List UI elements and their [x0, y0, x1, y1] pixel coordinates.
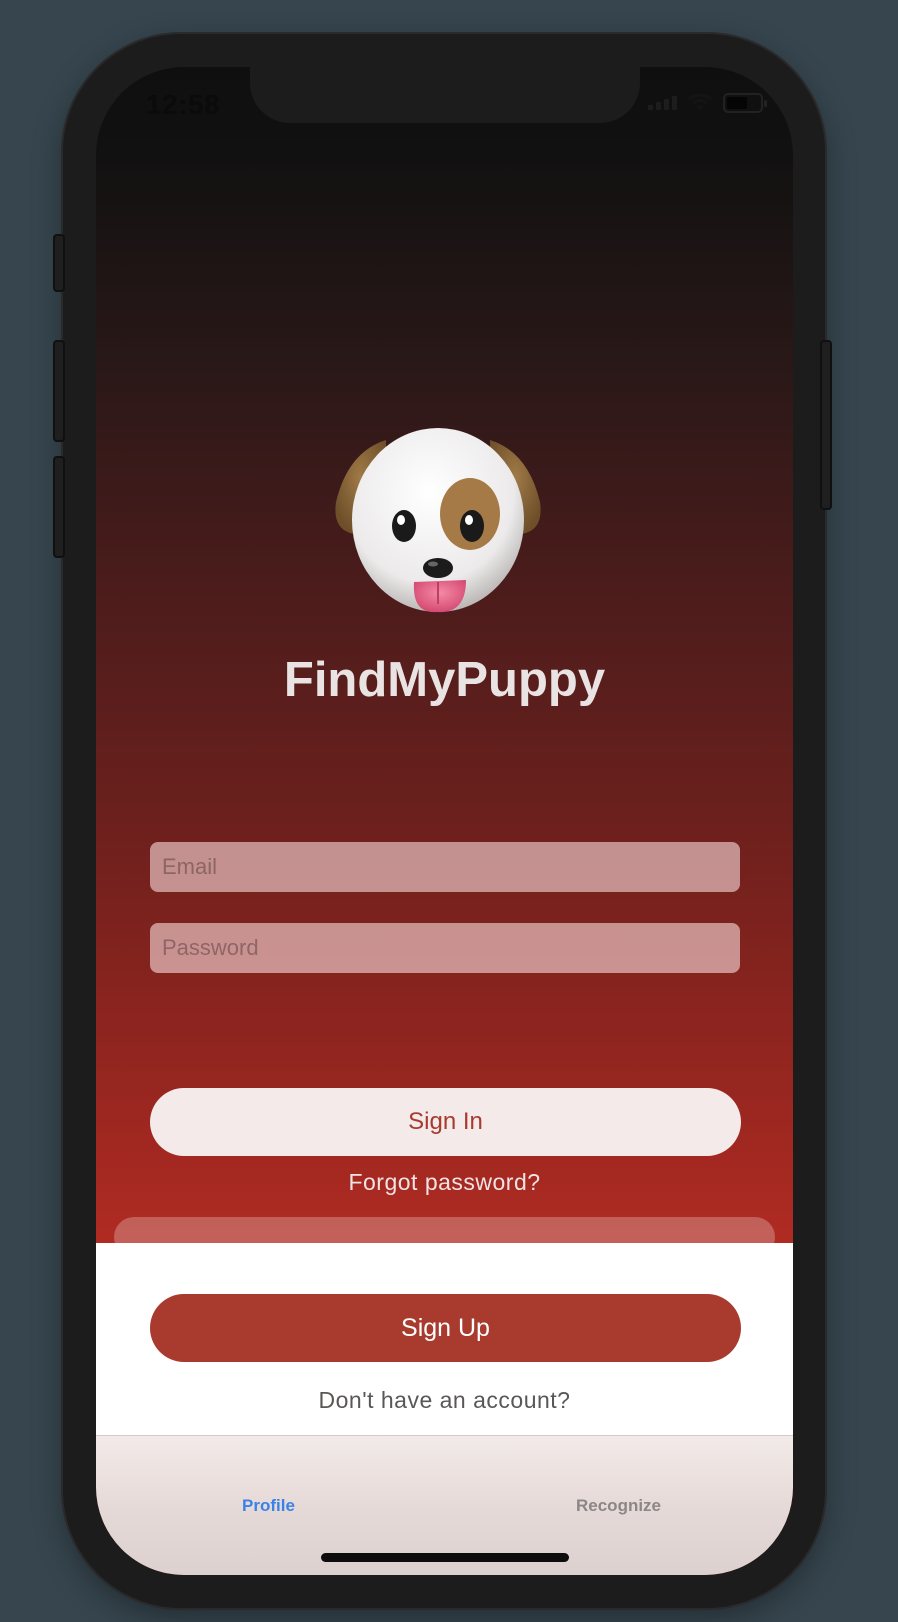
status-icons [648, 93, 767, 113]
cellular-signal-icon [648, 96, 677, 110]
sign-up-button[interactable]: Sign Up [150, 1294, 741, 1362]
status-time: 12:58 [146, 89, 221, 120]
volume-up-button [53, 340, 65, 442]
power-button [820, 340, 832, 510]
sign-in-button[interactable]: Sign In [150, 1088, 741, 1156]
password-field[interactable] [150, 923, 740, 973]
dog-face-icon [335, 428, 541, 613]
mute-switch [53, 234, 65, 292]
forgot-password-link[interactable]: Forgot password? [96, 1169, 793, 1196]
no-account-text: Don't have an account? [318, 1387, 571, 1413]
email-field[interactable] [150, 842, 740, 892]
app-screen: 12:58 FindMyPuppy Email Sign In Forgot p… [96, 67, 793, 1575]
volume-down-button [53, 456, 65, 558]
wifi-icon [688, 93, 712, 111]
app-title: FindMyPuppy [283, 653, 606, 707]
home-indicator[interactable] [321, 1553, 569, 1562]
notch [250, 67, 640, 123]
tab-recognize[interactable]: Recognize [576, 1496, 661, 1516]
battery-icon [723, 93, 767, 113]
tab-profile[interactable]: Profile [242, 1496, 295, 1516]
